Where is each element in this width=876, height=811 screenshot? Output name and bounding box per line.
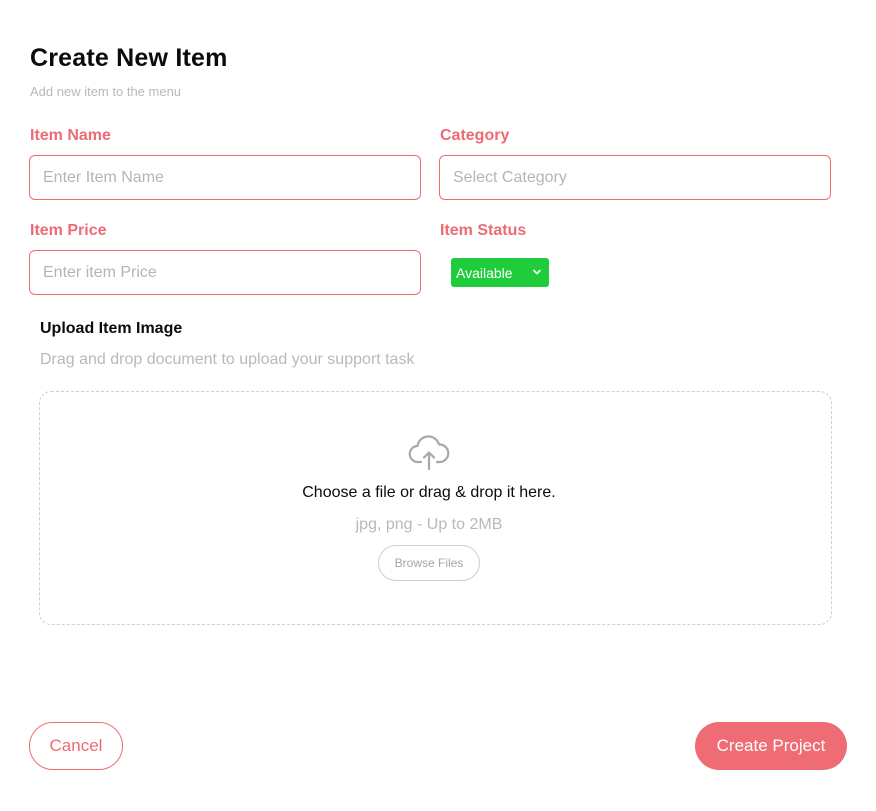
item-price-field <box>29 250 421 295</box>
upload-title: Upload Item Image <box>40 320 183 337</box>
cloud-upload-icon <box>408 435 450 471</box>
upload-file-hint: jpg, png - Up to 2MB <box>355 516 503 533</box>
category-field <box>439 155 831 200</box>
create-project-button[interactable]: Create Project <box>695 722 847 770</box>
category-label: Category <box>440 127 510 144</box>
page-subtitle: Add new item to the menu <box>30 84 182 99</box>
item-name-label: Item Name <box>30 127 111 144</box>
browse-files-button[interactable]: Browse Files <box>378 545 480 581</box>
item-name-field <box>29 155 421 200</box>
item-status-label: Item Status <box>440 222 527 239</box>
cancel-button[interactable]: Cancel <box>29 722 123 770</box>
item-price-input[interactable] <box>30 251 420 294</box>
chevron-down-icon <box>533 269 541 275</box>
upload-prompt: Choose a file or drag & drop it here. <box>302 484 556 501</box>
category-input[interactable] <box>440 156 830 199</box>
item-status-value: Available <box>456 264 513 281</box>
page-title: Create New Item <box>30 44 228 72</box>
upload-subtitle: Drag and drop document to upload your su… <box>40 351 415 368</box>
item-price-label: Item Price <box>30 222 107 239</box>
item-status-select[interactable]: Available <box>451 258 549 287</box>
upload-dropzone[interactable] <box>39 391 832 625</box>
item-name-input[interactable] <box>30 156 420 199</box>
